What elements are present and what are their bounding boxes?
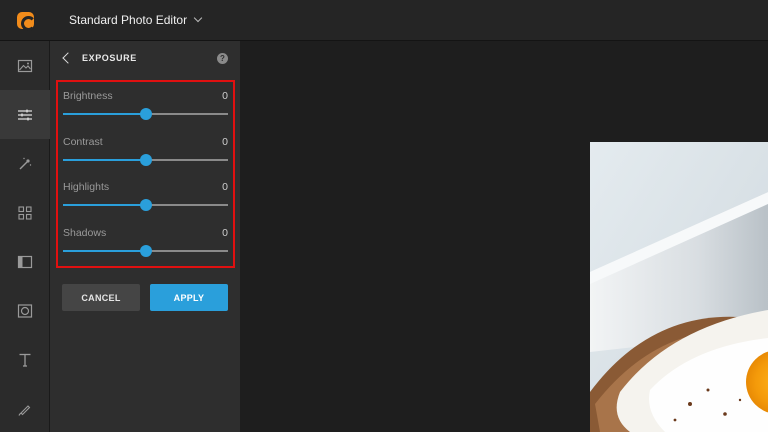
magic-wand-icon bbox=[19, 157, 32, 169]
photo-image bbox=[590, 142, 768, 432]
tool-sidebar bbox=[0, 41, 50, 432]
highlights-slider-thumb[interactable] bbox=[139, 199, 152, 211]
logo-icon bbox=[16, 11, 36, 31]
text-icon bbox=[19, 353, 31, 367]
brightness-slider-group: Brightness 0 bbox=[58, 82, 233, 128]
brightness-slider-fill bbox=[63, 113, 146, 115]
vignette-icon bbox=[17, 303, 33, 318]
contrast-slider-thumb[interactable] bbox=[139, 153, 152, 166]
contrast-slider-group: Contrast 0 bbox=[58, 128, 233, 174]
editor-mode-dropdown[interactable]: Standard Photo Editor bbox=[69, 13, 203, 27]
shadows-label: Shadows bbox=[63, 226, 107, 239]
help-icon[interactable]: ? bbox=[217, 52, 228, 64]
image-icon bbox=[17, 59, 33, 72]
brightness-value: 0 bbox=[222, 90, 228, 102]
tool-touchup[interactable] bbox=[0, 139, 50, 188]
brightness-label: Brightness bbox=[63, 90, 113, 102]
chevron-down-icon bbox=[193, 13, 203, 23]
grid-icon bbox=[18, 205, 32, 220]
highlights-value: 0 bbox=[222, 181, 228, 193]
adjustments-icon bbox=[18, 109, 32, 120]
brightness-slider-thumb[interactable] bbox=[139, 108, 152, 120]
shadows-value: 0 bbox=[222, 226, 228, 239]
image-canvas[interactable] bbox=[240, 41, 768, 432]
frame-icon bbox=[17, 255, 33, 268]
apply-button[interactable]: APPLY bbox=[150, 284, 228, 311]
shadows-slider-group: Shadows 0 bbox=[58, 219, 233, 265]
app-logo[interactable] bbox=[0, 0, 50, 41]
panel-title: EXPOSURE bbox=[82, 53, 137, 63]
highlights-slider-group: Highlights 0 bbox=[58, 173, 233, 219]
brightness-slider[interactable] bbox=[63, 108, 228, 120]
photo-preview[interactable] bbox=[590, 142, 768, 432]
contrast-slider[interactable] bbox=[63, 153, 228, 166]
highlights-slider[interactable] bbox=[63, 199, 228, 211]
cancel-button[interactable]: CANCEL bbox=[62, 284, 140, 311]
tool-adjustments[interactable] bbox=[0, 90, 50, 139]
exposure-sliders: Brightness 0 Contrast 0 Highlights 0 Sha… bbox=[56, 80, 235, 268]
contrast-slider-fill bbox=[63, 158, 146, 161]
brush-icon bbox=[18, 404, 31, 416]
tool-text[interactable] bbox=[0, 335, 50, 384]
highlights-label: Highlights bbox=[63, 181, 110, 193]
tool-effects[interactable] bbox=[0, 188, 50, 237]
tool-image[interactable] bbox=[0, 41, 50, 90]
shadows-slider-fill bbox=[63, 249, 146, 252]
tool-vignette[interactable] bbox=[0, 286, 50, 335]
shadows-slider[interactable] bbox=[63, 244, 228, 257]
editor-title: Standard Photo Editor bbox=[69, 13, 188, 27]
top-bar: Standard Photo Editor bbox=[0, 0, 768, 41]
highlights-slider-fill bbox=[63, 204, 146, 206]
contrast-value: 0 bbox=[222, 135, 228, 148]
panel-header: EXPOSURE ? bbox=[50, 41, 240, 75]
contrast-label: Contrast bbox=[63, 135, 103, 148]
tool-frames[interactable] bbox=[0, 237, 50, 286]
tool-draw[interactable] bbox=[0, 384, 50, 432]
exposure-panel: EXPOSURE ? Brightness 0 Contrast 0 Highl… bbox=[50, 41, 240, 432]
back-chevron-icon[interactable] bbox=[62, 52, 74, 64]
shadows-slider-thumb[interactable] bbox=[139, 244, 152, 257]
